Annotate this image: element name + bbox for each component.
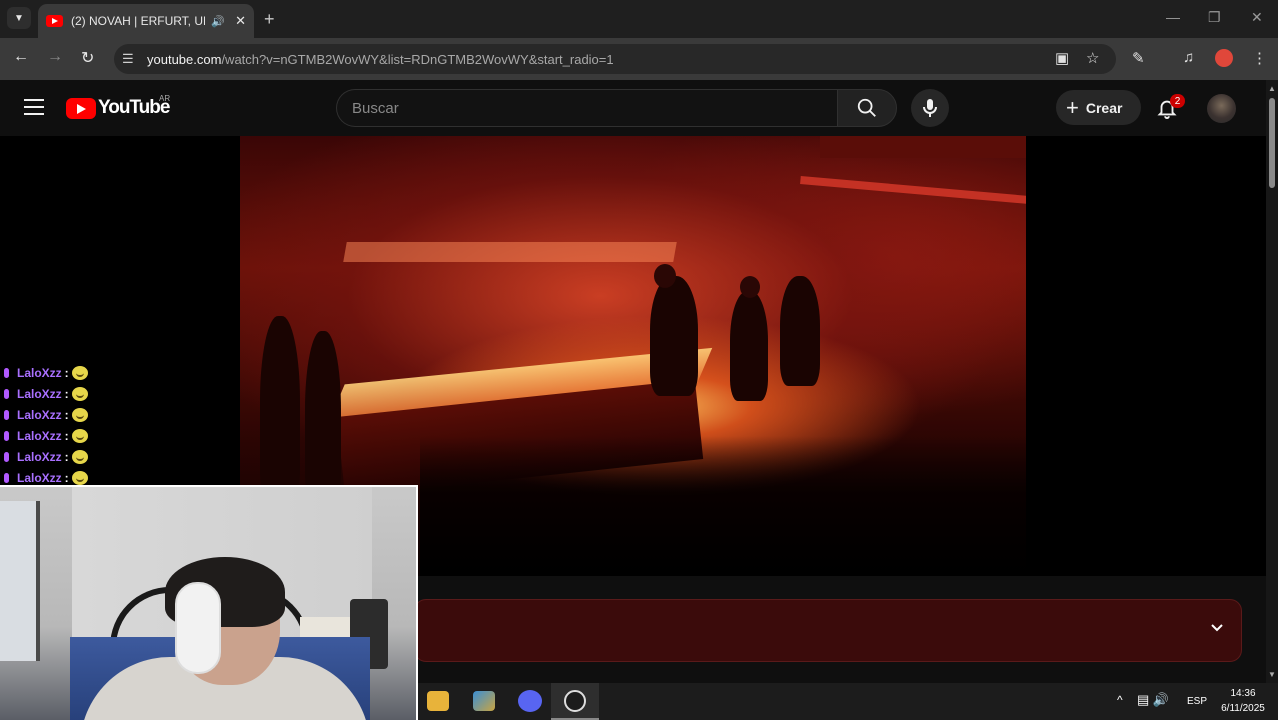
headphones-icon: [175, 582, 221, 674]
tab-title: (2) NOVAH | ERFURT, UNREA: [71, 14, 205, 28]
extensions-icon[interactable]: ✎: [1132, 49, 1145, 67]
chat-message: LaloXzz:: [4, 425, 114, 446]
install-icon[interactable]: ▣: [1055, 49, 1069, 67]
emote-icon: [71, 449, 88, 464]
crowd-head: [740, 276, 760, 298]
profile-icon[interactable]: [1215, 49, 1233, 67]
emote-icon: [71, 428, 88, 443]
discord-icon[interactable]: [518, 690, 542, 712]
tray-overflow-icon[interactable]: ^: [1117, 693, 1123, 707]
youtube-favicon-icon: [46, 15, 63, 27]
star-icon[interactable]: ☆: [1086, 49, 1099, 67]
url-path: /watch?v=nGTMB2WovWY&list=RDnGTMB2WovWY&…: [221, 52, 614, 67]
clock-date: 6/11/2025: [1221, 703, 1265, 714]
chat-message: LaloXzz:: [4, 404, 114, 425]
search-icon: [857, 98, 876, 117]
chat-separator: :: [64, 428, 69, 443]
minimize-icon[interactable]: —: [1166, 9, 1180, 25]
chat-user: LaloXzz: [17, 449, 62, 464]
stage-glow: [343, 242, 677, 262]
tray-network-volume-icon[interactable]: ▤ 🔊: [1137, 692, 1169, 708]
ceiling-structure: [820, 136, 1026, 158]
webcam-overlay: [0, 485, 418, 720]
crowd-figure: [780, 276, 820, 386]
crowd-silhouette: [420, 436, 1026, 576]
chat-badge-icon: [4, 367, 9, 378]
create-button[interactable]: + Crear: [1056, 90, 1141, 125]
avatar[interactable]: [1207, 94, 1236, 123]
chat-badge-icon: [4, 472, 9, 483]
clock-time: 14:36: [1230, 688, 1256, 699]
page-scrollbar[interactable]: ▲ ▼: [1266, 80, 1278, 683]
new-tab-button[interactable]: +: [264, 9, 275, 30]
file-explorer-icon[interactable]: [427, 691, 449, 711]
chat-message: LaloXzz:: [4, 362, 114, 383]
webcam-door: [0, 501, 40, 661]
scroll-thumb[interactable]: [1269, 98, 1275, 188]
emote-icon: [71, 470, 88, 485]
crowd-figure: [305, 331, 341, 506]
emote-icon: [71, 386, 88, 401]
chat-separator: :: [64, 365, 69, 380]
tab-list-icon[interactable]: ▼: [7, 7, 31, 29]
system-clock[interactable]: 14:36 6/11/2025: [1214, 686, 1272, 716]
youtube-header: YouTube AR Buscar + Crear 2: [0, 80, 1266, 136]
country-code: AR: [159, 94, 171, 103]
notification-badge: 2: [1170, 94, 1185, 108]
search-button[interactable]: [837, 89, 897, 127]
crowd-figure: [260, 316, 300, 506]
menu-icon[interactable]: [24, 99, 44, 115]
chat-separator: :: [64, 449, 69, 464]
stream-chat-overlay: LaloXzz: LaloXzz: LaloXzz: LaloXzz: Lalo…: [4, 362, 114, 488]
window-close-icon[interactable]: ✕: [1251, 9, 1263, 26]
chevron-down-icon[interactable]: [1209, 620, 1225, 636]
audio-icon[interactable]: 🔊: [211, 15, 225, 28]
obs-icon[interactable]: [564, 690, 586, 712]
chat-separator: :: [64, 470, 69, 485]
crowd-figure: [650, 276, 698, 396]
crowd-head: [654, 264, 676, 288]
browser-tab-strip: ▼ (2) NOVAH | ERFURT, UNREA 🔊 ✕ + — ❐ ✕: [0, 0, 1278, 38]
youtube-logo-icon: [66, 97, 96, 119]
emote-icon: [71, 407, 88, 422]
voice-search-button[interactable]: [911, 89, 949, 127]
stage-light: [800, 175, 1026, 205]
chat-user: LaloXzz: [17, 407, 62, 422]
chat-separator: :: [64, 386, 69, 401]
close-icon[interactable]: ✕: [235, 13, 246, 29]
emote-icon: [71, 365, 88, 380]
plus-icon: +: [1066, 94, 1079, 120]
chat-badge-icon: [4, 430, 9, 441]
create-label: Crear: [1085, 99, 1123, 116]
league-client-icon[interactable]: [473, 691, 495, 711]
chat-badge-icon: [4, 388, 9, 399]
youtube-logo[interactable]: YouTube: [66, 97, 170, 119]
media-icon[interactable]: ♫: [1183, 49, 1194, 66]
reload-icon[interactable]: ↻: [81, 48, 94, 68]
forward-icon[interactable]: →: [47, 48, 63, 66]
chat-separator: :: [64, 407, 69, 422]
search-input[interactable]: Buscar: [336, 89, 838, 127]
chat-user: LaloXzz: [17, 428, 62, 443]
chat-message: LaloXzz:: [4, 446, 114, 467]
chat-message: LaloXzz:: [4, 383, 114, 404]
scroll-up-icon[interactable]: ▲: [1268, 84, 1276, 93]
mic-icon: [923, 99, 937, 117]
address-bar[interactable]: ☰ youtube.com/watch?v=nGTMB2WovWY&list=R…: [114, 44, 1116, 74]
back-icon[interactable]: ←: [13, 48, 29, 66]
browser-tab[interactable]: (2) NOVAH | ERFURT, UNREA 🔊 ✕: [38, 4, 254, 38]
crowd-figure: [730, 291, 768, 401]
chat-user: LaloXzz: [17, 365, 62, 380]
chat-badge-icon: [4, 451, 9, 462]
chat-badge-icon: [4, 409, 9, 420]
url-host: youtube.com: [147, 52, 222, 67]
site-info-icon[interactable]: ☰: [122, 51, 134, 67]
chat-user: LaloXzz: [17, 386, 62, 401]
scroll-down-icon[interactable]: ▼: [1268, 670, 1276, 679]
browser-menu-icon[interactable]: ⋮: [1252, 49, 1267, 67]
chat-user: LaloXzz: [17, 470, 62, 485]
input-language[interactable]: ESP: [1187, 696, 1207, 707]
restore-icon[interactable]: ❐: [1208, 9, 1221, 26]
description-panel[interactable]: [414, 599, 1242, 662]
